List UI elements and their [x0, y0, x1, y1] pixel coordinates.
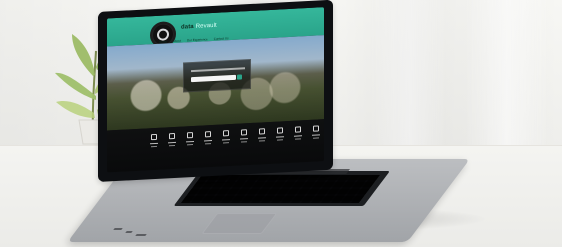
category-label: [240, 138, 248, 140]
category-label: [312, 134, 320, 136]
category-icon: [313, 125, 319, 132]
category-label: [150, 142, 158, 145]
category-item[interactable]: [258, 128, 266, 142]
category-icon: [295, 126, 301, 133]
category-label: [295, 138, 301, 140]
laptop-port: [113, 228, 123, 230]
category-icon: [241, 129, 247, 136]
category-label: [294, 135, 302, 137]
category-label: [205, 143, 211, 145]
category-icon: [151, 133, 157, 141]
category-icon: [277, 127, 283, 134]
category-label: [187, 144, 193, 146]
category-icon: [169, 132, 175, 140]
category-label: [151, 145, 157, 148]
keyboard-keys: [180, 175, 380, 203]
laptop-icon: data Revault Home About Our Experience Co…: [67, 0, 476, 244]
category-icon: [205, 131, 211, 138]
search-panel: [183, 58, 251, 93]
category-icon: [223, 130, 229, 137]
category-item[interactable]: [168, 132, 176, 147]
category-item[interactable]: [222, 130, 230, 144]
category-item[interactable]: [276, 127, 284, 141]
brand-name: data Revault: [181, 23, 217, 31]
category-label: [223, 142, 229, 144]
trackpad: [201, 213, 278, 234]
category-item[interactable]: [312, 125, 320, 139]
category-item[interactable]: [186, 132, 194, 146]
category-label: [186, 140, 194, 143]
category-list: [150, 125, 320, 148]
category-item[interactable]: [204, 131, 212, 145]
category-label: [169, 144, 175, 147]
category-label: [222, 139, 230, 141]
category-item[interactable]: [150, 133, 158, 148]
category-item[interactable]: [240, 129, 248, 143]
search-icon[interactable]: [237, 74, 242, 80]
laptop-screen-frame: data Revault Home About Our Experience Co…: [98, 0, 333, 182]
category-label: [259, 140, 265, 142]
brand-main: data: [181, 23, 194, 31]
search-input[interactable]: [191, 74, 236, 83]
category-label: [276, 136, 284, 138]
scene: data Revault Home About Our Experience Co…: [0, 0, 562, 247]
category-label: [204, 140, 212, 142]
category-label: [168, 141, 176, 144]
category-item[interactable]: [294, 126, 302, 140]
category-label: [258, 137, 266, 139]
hero-image: [107, 35, 324, 131]
category-icon: [259, 128, 265, 135]
laptop-port: [135, 234, 147, 236]
search-title: [191, 67, 245, 73]
category-label: [241, 141, 247, 143]
category-icon: [187, 132, 193, 139]
category-label: [277, 139, 283, 141]
category-label: [313, 137, 319, 139]
website-screen: data Revault Home About Our Experience Co…: [107, 7, 324, 173]
brand-sub: Revault: [195, 22, 217, 30]
